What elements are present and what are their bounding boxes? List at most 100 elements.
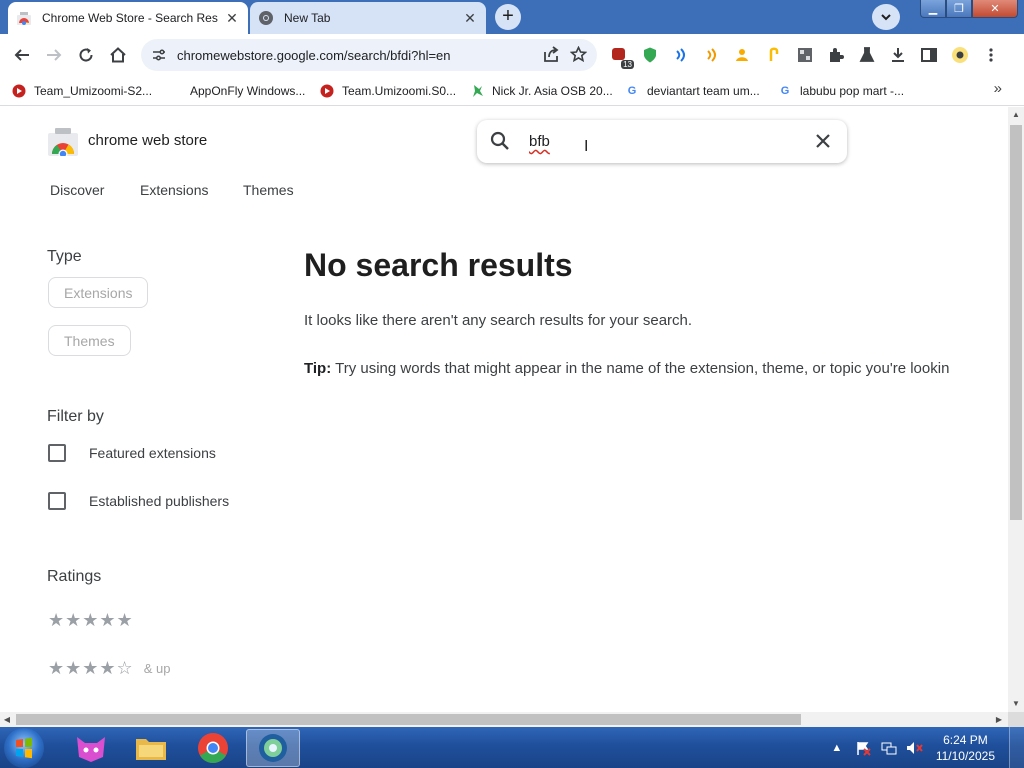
rating-suffix: & up [143,661,171,676]
hook-extension-icon[interactable] [763,44,785,66]
start-button[interactable] [4,728,44,768]
scroll-down-icon[interactable]: ▼ [1008,696,1024,712]
side-panel-icon[interactable] [918,44,940,66]
taskbar-active-app-icon[interactable] [246,729,300,767]
more-menu-icon[interactable] [980,44,1002,66]
bookmark-item[interactable]: Team_Umizoomi-S2... [12,82,152,100]
puzzle-piece-icon[interactable] [825,44,847,66]
bookmark-item[interactable]: G deviantart team um... [625,82,760,100]
address-bar[interactable]: chromewebstore.google.com/search/bfdi?hl… [141,39,597,71]
bookmarks-bar: Team_Umizoomi-S2... AppOnFly Windows... … [0,76,1024,106]
nav-extensions[interactable]: Extensions [140,182,208,198]
maximize-button[interactable]: ❐ [946,0,972,18]
no-results-heading: No search results [304,247,573,283]
filter-by-heading: Filter by [47,408,104,425]
store-search-box[interactable]: bfb [477,120,847,163]
screen: Chrome Web Store - Search Res ✕ New Tab … [0,0,1024,768]
minimize-button[interactable]: ▁ [920,0,946,18]
bookmark-star-icon[interactable] [570,46,587,63]
scroll-up-icon[interactable]: ▲ [1008,107,1024,123]
filter-featured-extensions[interactable]: Featured extensions [48,444,216,462]
type-chip-extensions[interactable]: Extensions [48,277,149,308]
store-name[interactable]: chrome web store [88,132,207,149]
chrome-web-store-favicon-icon [16,10,32,26]
clock-date: 11/10/2025 [935,748,995,763]
tab-new-tab[interactable]: New Tab ✕ [250,2,486,34]
share-icon[interactable] [543,46,560,63]
taskbar-chrome-icon[interactable] [186,729,240,767]
window-controls: ▁ ❐ ✕ [920,0,1018,18]
search-input[interactable]: bfb [529,133,550,150]
tab-close-icon[interactable]: ✕ [224,10,240,26]
profile-avatar-icon[interactable] [949,44,971,66]
scroll-right-icon[interactable]: ▶ [992,712,1006,727]
grid-extension-icon[interactable] [794,44,816,66]
network-icon[interactable] [880,740,898,756]
tab-chrome-web-store[interactable]: Chrome Web Store - Search Res ✕ [8,2,248,34]
bookmark-item[interactable]: G labubu pop mart -... [778,82,904,100]
home-button[interactable] [107,44,129,66]
nav-themes[interactable]: Themes [243,182,294,198]
rating-filter-5-stars[interactable]: ★★★★★ [48,610,134,631]
bookmark-label: Team_Umizoomi-S2... [34,84,153,98]
shield-icon[interactable] [639,44,661,66]
google-g-icon: G [780,85,790,97]
vertical-scroll-thumb[interactable] [1010,125,1022,520]
site-info-icon[interactable] [151,47,167,63]
arrow-left-icon [14,49,29,61]
bookmark-label: labubu pop mart -... [800,84,905,98]
tray-expand-icon[interactable]: ▲ [828,740,846,756]
tab-search-button[interactable] [872,4,900,30]
red-play-icon [12,84,26,98]
established-checkbox[interactable] [48,492,66,510]
scroll-left-icon[interactable]: ◀ [0,712,14,727]
bookmark-item[interactable]: Nick Jr. Asia OSB 20... [470,82,613,100]
bookmarks-overflow-button[interactable]: » [994,80,1002,97]
vertical-scrollbar[interactable]: ▲ ▼ [1008,107,1024,712]
tab-strip: Chrome Web Store - Search Res ✕ New Tab … [0,0,1024,34]
flask-icon[interactable] [856,44,878,66]
taskbar-cat-app-icon[interactable] [64,729,118,767]
nav-discover[interactable]: Discover [50,182,104,198]
system-tray: ▲ 6:24 PM 11/10/2025 [824,727,1024,768]
web-page: chrome web store bfb I Discover Extensio… [0,107,1008,712]
user-extension-icon[interactable] [732,44,754,66]
back-button[interactable] [11,44,33,66]
no-results-message: It looks like there aren't any search re… [304,312,693,329]
home-icon [110,47,126,63]
tip-text: Try using words that might appear in the… [331,360,950,377]
audio-extension-icon[interactable] [701,44,723,66]
type-chip-themes[interactable]: Themes [48,325,131,356]
bookmark-label: Nick Jr. Asia OSB 20... [492,84,613,98]
rating-filter-4-stars[interactable]: ★★★★☆ & up [48,658,170,679]
tip-label: Tip: [304,360,332,377]
new-tab-button[interactable]: + [495,4,521,30]
close-icon[interactable] [813,131,833,151]
arrow-right-icon [47,49,62,61]
close-window-button[interactable]: ✕ [972,0,1018,18]
show-desktop-button[interactable] [1009,727,1024,768]
red-extension-icon[interactable]: 13 [608,44,634,69]
chrome-favicon-icon [258,10,274,26]
bookmark-item[interactable]: AppOnFly Windows... [190,82,305,100]
filter-established-publishers[interactable]: Established publishers [48,492,229,510]
featured-checkbox[interactable] [48,444,66,462]
reload-icon [79,48,93,62]
volume-muted-icon[interactable] [906,740,924,756]
horizontal-scroll-thumb[interactable] [16,714,801,725]
download-icon[interactable] [887,44,909,66]
extension-badge: 13 [621,60,634,69]
windows-taskbar: ▲ 6:24 PM 11/10/2025 [0,727,1024,768]
wave-extension-icon[interactable] [670,44,692,66]
tab-close-icon[interactable]: ✕ [462,10,478,26]
action-center-flag-icon[interactable] [854,740,872,756]
chrome-web-store-logo-icon[interactable] [48,128,78,156]
reload-button[interactable] [75,44,97,66]
search-icon[interactable] [490,131,510,151]
taskbar-file-explorer-icon[interactable] [124,729,178,767]
horizontal-scrollbar[interactable]: ◀ ▶ [0,712,1008,727]
forward-button[interactable] [43,44,65,66]
taskbar-clock[interactable]: 6:24 PM 11/10/2025 [936,732,995,764]
bookmark-item[interactable]: Team.Umizoomi.S0... [320,82,456,100]
browser-toolbar: chromewebstore.google.com/search/bfdi?hl… [0,34,1024,76]
